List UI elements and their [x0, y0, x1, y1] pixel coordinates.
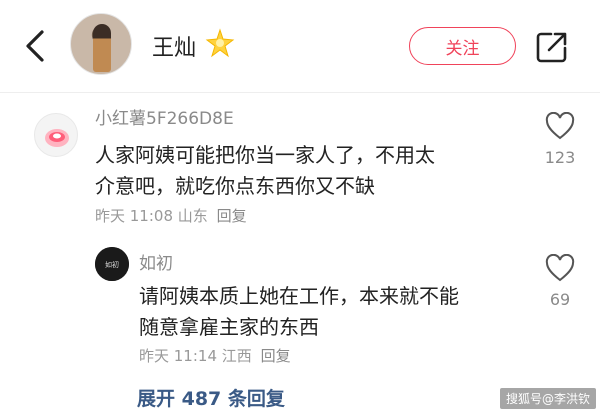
comment-text: 人家阿姨可能把你当一家人了，不用太 介意吧，就吃你点东西你又不缺	[95, 140, 435, 202]
reply-button[interactable]: 回复	[261, 347, 291, 365]
comment-text-line: 请阿姨本质上她在工作，本来就不能	[139, 284, 459, 308]
comment-author[interactable]: 小红薯5F266D8E	[95, 104, 234, 129]
like-button[interactable]	[545, 111, 575, 140]
avatar[interactable]	[34, 113, 78, 157]
follow-button[interactable]: 关注	[409, 27, 516, 65]
comment-time: 昨天 11:14	[139, 347, 217, 365]
avatar-image-icon: 如初	[95, 247, 129, 281]
comment-location: 山东	[177, 207, 208, 225]
comment-time: 昨天 11:08	[95, 207, 173, 225]
default-avatar-icon	[45, 129, 69, 147]
comment-text-line: 介意吧，就吃你点东西你又不缺	[95, 174, 375, 198]
like-count: 69	[549, 290, 571, 309]
expand-replies-link[interactable]: 展开 487 条回复	[137, 384, 285, 410]
header-divider	[0, 92, 600, 93]
back-button[interactable]	[22, 28, 52, 64]
svg-text:如初: 如初	[105, 260, 119, 269]
avatar[interactable]	[70, 13, 132, 75]
watermark: 搜狐号@李洪钦	[500, 388, 597, 409]
comment-meta: 昨天 11:14 江西 回复	[139, 345, 291, 366]
heart-icon	[545, 111, 575, 140]
comment-text-line: 人家阿姨可能把你当一家人了，不用太	[95, 143, 435, 167]
comment-location: 江西	[221, 347, 252, 365]
heart-icon	[545, 253, 575, 282]
comment-author[interactable]: 如初	[139, 249, 173, 274]
share-button[interactable]	[535, 30, 569, 64]
avatar[interactable]: 如初	[95, 247, 129, 281]
comment-meta: 昨天 11:08 山东 回复	[95, 205, 247, 226]
like-count: 123	[544, 148, 576, 167]
reply-button[interactable]: 回复	[217, 207, 247, 225]
share-icon	[536, 32, 567, 63]
chevron-left-icon	[26, 30, 44, 62]
star-badge-icon	[205, 28, 235, 58]
comment-text-line: 随意拿雇主家的东西	[139, 315, 319, 339]
comment-text: 请阿姨本质上她在工作，本来就不能 随意拿雇主家的东西	[139, 281, 459, 343]
like-button[interactable]	[545, 253, 575, 282]
profile-header: 王灿 关注	[0, 0, 600, 92]
username[interactable]: 王灿	[152, 30, 196, 62]
